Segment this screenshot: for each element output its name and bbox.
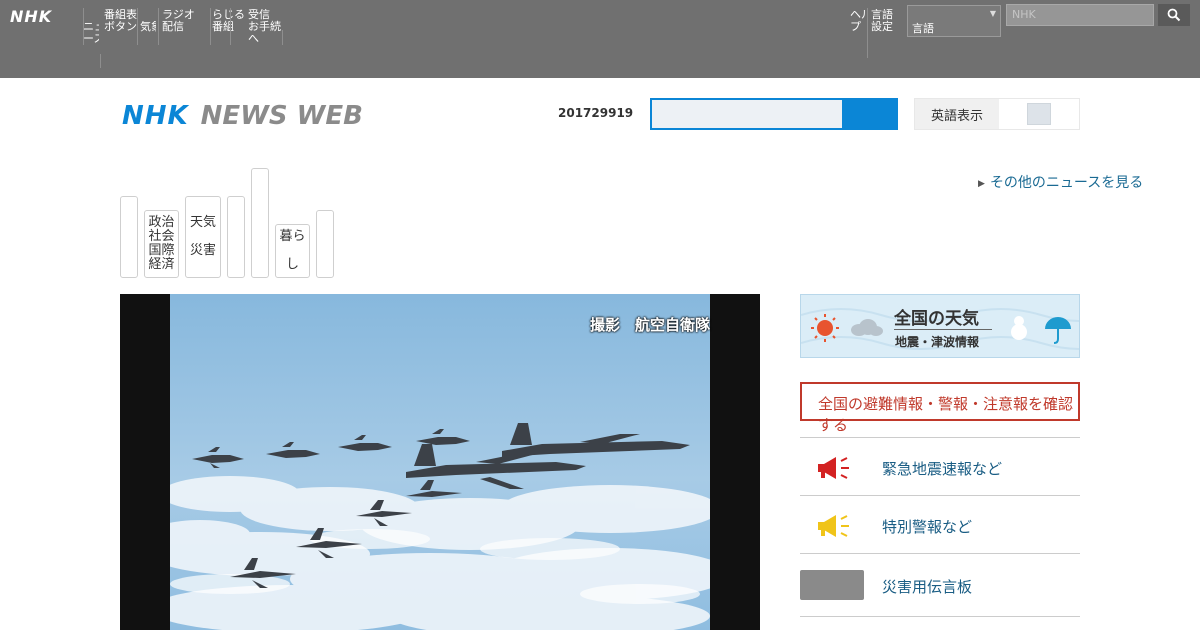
sidebar-list-item-label: 特別警報など — [882, 518, 973, 536]
global-nav-divider — [210, 8, 211, 45]
global-nav-help[interactable]: ヘル プ — [850, 9, 866, 47]
nhk-logo[interactable]: NHK — [10, 7, 52, 26]
category-tab[interactable] — [227, 196, 245, 278]
photo-credit-caption: 撮影 航空自衛隊 — [590, 316, 711, 334]
toggle-switch[interactable] — [1027, 103, 1051, 125]
global-nav-item-weather[interactable]: 気象 — [140, 21, 156, 35]
global-nav-lang[interactable]: 言語 設定 — [871, 9, 905, 35]
umbrella-icon — [1045, 317, 1071, 344]
sidebar-list-item-emergency[interactable]: 緊急地震速報など — [800, 437, 1080, 495]
language-toggle[interactable]: 英語表示 — [914, 98, 1080, 130]
sidebar-list-item-message-board[interactable]: 災害用伝言板 — [800, 553, 1080, 617]
sidebar-list-item-label: 緊急地震速報など — [882, 460, 1003, 478]
global-nav-item-reception[interactable]: 受信 お手続き へ — [248, 9, 282, 47]
weather-divider — [894, 329, 992, 330]
global-nav-item-guide[interactable]: 番組表 ボタン — [104, 9, 138, 35]
global-search-input[interactable]: NHK — [1006, 4, 1154, 26]
category-tab[interactable]: 政治 社会 国際 経済 — [144, 210, 179, 278]
category-tab[interactable] — [251, 168, 269, 278]
global-nav-item-radio[interactable]: ラジオ 配信 — [162, 9, 202, 35]
triangle-right-icon: ▶ — [978, 179, 985, 189]
global-nav-divider — [158, 8, 159, 45]
category-tab[interactable]: 暮ら し — [275, 224, 310, 278]
more-news-link[interactable]: ▶ その他のニュースを見る — [978, 172, 1143, 192]
chevron-down-icon: ▼ — [989, 9, 996, 18]
news-search-button[interactable] — [842, 100, 896, 128]
evacuation-alert-button[interactable]: 全国の避難情報・警報・注意報を確認する — [800, 382, 1080, 434]
weather-banner[interactable]: 全国の天気 地震・津波情報 — [800, 294, 1080, 358]
megaphone-red-icon — [818, 457, 849, 479]
news-web-logo[interactable]: NHK NEWS WEB — [122, 100, 363, 132]
headline-image[interactable]: 撮影 航空自衛隊 — [120, 294, 760, 630]
more-news-link-label: その他のニュースを見る — [989, 175, 1144, 191]
cloud-icon — [851, 319, 883, 336]
global-nav-divider — [867, 8, 868, 58]
search-icon — [1167, 8, 1181, 22]
weather-title: 全国の天気 — [894, 309, 979, 329]
earthquake-tsunami-link[interactable]: 地震・津波情報 — [895, 333, 979, 350]
snowman-icon — [1011, 316, 1027, 340]
news-search-input[interactable] — [652, 100, 842, 128]
news-search-box — [650, 98, 898, 130]
category-tab[interactable] — [120, 196, 138, 278]
current-date: 201729919 — [558, 106, 634, 120]
megaphone-yellow-icon — [818, 515, 849, 537]
global-nav-bar: NHK ニュ ース 番組表 ボタン 気象 ラジオ 配信 らじる 番組 受信 お手… — [0, 0, 1200, 78]
global-nav-divider — [100, 54, 101, 68]
global-search-button[interactable] — [1158, 4, 1190, 26]
global-nav-divider — [282, 30, 283, 45]
language-select-value: 言語 — [912, 22, 934, 35]
formation-flight-photo — [170, 294, 710, 630]
global-nav-divider — [230, 8, 231, 45]
global-language-select[interactable]: 言語 ▼ — [907, 5, 1001, 37]
news-web-logo-text: NEWS WEB — [200, 101, 363, 131]
category-tab[interactable]: 天気 災害 — [185, 196, 221, 278]
sidebar-list-item-warning[interactable]: 特別警報など — [800, 495, 1080, 553]
global-nav-item-news[interactable]: ニュ ース — [83, 21, 99, 47]
message-board-thumbnail — [800, 570, 864, 600]
language-toggle-label: 英語表示 — [915, 99, 999, 129]
news-web-logo-nhk: NHK — [122, 101, 189, 131]
global-nav-divider — [137, 8, 138, 45]
sidebar-list-item-label: 災害用伝言板 — [882, 578, 973, 596]
category-tab[interactable] — [316, 210, 334, 278]
